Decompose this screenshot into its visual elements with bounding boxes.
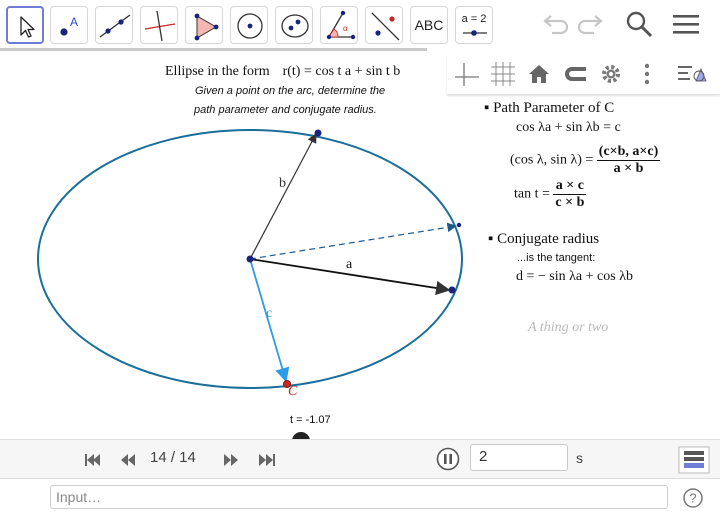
polygon-tool-button[interactable]	[185, 6, 223, 44]
label-point-C: C	[288, 384, 298, 399]
aside-note: A thing or two	[528, 320, 609, 335]
magnet-snap-icon[interactable]	[559, 58, 591, 90]
equation-cos-sin: cos λa + sin λb = c	[516, 120, 621, 135]
equation-tan: tan t = a × c c × b	[514, 178, 587, 211]
redo-icon[interactable]	[576, 8, 608, 40]
equation-tangent: d = − sin λa + cos λb	[516, 269, 633, 284]
reflect-line-icon	[371, 12, 400, 41]
home-icon[interactable]	[523, 58, 555, 90]
conjugate-radius-vector[interactable]	[249, 222, 457, 260]
ellipse-tool-button[interactable]	[275, 6, 313, 44]
graphics-style-bar	[447, 54, 720, 95]
point-d-end[interactable]	[456, 222, 462, 228]
angle-icon: α	[326, 10, 356, 40]
label-b: b	[279, 176, 286, 191]
circle-tool-button[interactable]	[230, 6, 268, 44]
svg-text:A: A	[70, 15, 78, 29]
text-tool-label: ABC	[414, 17, 444, 33]
canvas-title: Ellipse in the form r(t) = cos t a + sin…	[165, 64, 400, 80]
animation-speed-input[interactable]: 2	[470, 444, 568, 471]
grid-toggle-icon[interactable]	[487, 58, 519, 90]
line-icon	[99, 14, 131, 38]
point-a-end[interactable]	[448, 286, 456, 294]
search-icon[interactable]	[623, 8, 655, 40]
title-formula: r(t) = cos t a + sin t b	[282, 64, 401, 79]
gear-icon[interactable]	[595, 58, 627, 90]
previous-slide-icon[interactable]	[118, 446, 140, 474]
perpendicular-tool-button[interactable]	[140, 6, 178, 44]
subtitle-line-2: path parameter and conjugate radius.	[194, 104, 377, 116]
menu-icon[interactable]	[670, 8, 702, 40]
point-icon: A	[60, 15, 78, 36]
text-tool-button[interactable]: ABC	[410, 6, 448, 44]
svg-text:α: α	[343, 23, 348, 33]
subtitle-line-1: Given a point on the arc, determine the	[195, 85, 386, 97]
vector-b[interactable]	[249, 133, 317, 260]
polygon-icon	[194, 13, 219, 41]
tangent-note: ...is the tangent:	[517, 252, 596, 264]
eq2-left: (cos λ, sin λ) =	[510, 152, 594, 168]
label-c: c	[266, 306, 273, 321]
center-point[interactable]	[246, 255, 254, 263]
line-tool-button[interactable]	[95, 6, 133, 44]
eq3-denominator: c × b	[555, 195, 585, 210]
algebra-view-toggle-icon[interactable]	[675, 58, 707, 90]
slide-counter: 14 / 14	[150, 449, 196, 466]
move-tool-button[interactable]	[6, 6, 44, 44]
graphics-view[interactable]: b a c C Ellipse in the form r(t) = cos t…	[0, 54, 720, 442]
ellipse-icon	[281, 14, 309, 38]
eq2-denominator: a × b	[613, 161, 644, 176]
point-b-end[interactable]	[314, 129, 322, 137]
pause-icon[interactable]	[436, 447, 462, 473]
reflect-tool-button[interactable]	[365, 6, 403, 44]
heading-conjugate-radius: ▪ Conjugate radius	[488, 231, 600, 247]
undo-icon[interactable]	[538, 8, 570, 40]
eq3-numerator: a × c	[553, 178, 587, 195]
toolbar-divider	[0, 48, 427, 51]
slider-icon	[463, 30, 487, 36]
heading-path-parameter: ▪ Path Parameter of C	[484, 100, 615, 116]
next-slide-icon[interactable]	[220, 446, 242, 474]
perpendicular-line-icon	[144, 10, 176, 42]
angle-tool-button[interactable]: α	[320, 6, 358, 44]
equation-lambda: (cos λ, sin λ) = (c×b, a×c) a × b	[510, 144, 661, 177]
eq3-fraction: a × c c × b	[553, 178, 587, 211]
eq2-numerator: (c×b, a×c)	[596, 144, 661, 161]
first-slide-icon[interactable]	[82, 446, 104, 474]
table-view-icon[interactable]	[678, 446, 710, 474]
algebra-input-field[interactable]: Input…	[50, 485, 668, 509]
circle-icon	[237, 13, 263, 39]
eq3-left: tan t =	[514, 186, 550, 202]
eq2-fraction: (c×b, a×c) a × b	[596, 144, 661, 177]
more-options-icon[interactable]	[631, 58, 663, 90]
label-a: a	[346, 257, 353, 272]
toolbar: A α ABC a = 2	[0, 0, 720, 50]
speed-unit-label: s	[576, 450, 583, 466]
cursor-arrow-icon	[20, 16, 35, 38]
title-text: Ellipse in the form	[165, 64, 270, 79]
svg-text:?: ?	[689, 491, 696, 506]
last-slide-icon[interactable]	[256, 446, 278, 474]
slider-label: t = -1.07	[290, 414, 331, 426]
slider-tool-button[interactable]: a = 2	[455, 6, 493, 44]
axes-toggle-icon[interactable]	[451, 58, 483, 90]
help-icon[interactable]: ?	[682, 487, 704, 509]
point-tool-button[interactable]: A	[50, 6, 88, 44]
